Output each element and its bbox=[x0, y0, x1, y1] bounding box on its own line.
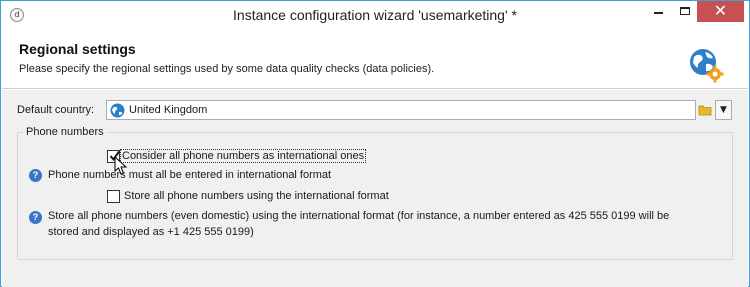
default-country-value: United Kingdom bbox=[129, 104, 208, 116]
store-international-format-checkbox[interactable] bbox=[107, 190, 120, 203]
phone-numbers-group-label: Phone numbers bbox=[23, 126, 107, 138]
wizard-content: Default country: United Kingdom ▼ Phone … bbox=[2, 90, 748, 287]
page-header: Regional settings Please specify the reg… bbox=[2, 30, 748, 89]
default-country-field[interactable]: United Kingdom bbox=[106, 100, 696, 120]
mouse-cursor-icon bbox=[114, 156, 128, 175]
help-text-store-format-line1: Store all phone numbers (even domestic) … bbox=[48, 210, 670, 222]
folder-icon[interactable] bbox=[698, 102, 712, 117]
page-subtitle: Please specify the regional settings use… bbox=[19, 63, 435, 75]
window-title: Instance configuration wizard 'usemarket… bbox=[233, 7, 517, 23]
maximize-icon bbox=[680, 7, 690, 15]
page-title: Regional settings bbox=[19, 41, 136, 57]
globe-gear-icon bbox=[690, 49, 724, 83]
minimize-icon bbox=[654, 12, 663, 14]
wizard-window: d Instance configuration wizard 'usemark… bbox=[0, 0, 750, 287]
maximize-button[interactable] bbox=[672, 1, 698, 22]
default-country-label: Default country: bbox=[17, 104, 95, 116]
globe-icon bbox=[110, 103, 125, 118]
help-icon: ? bbox=[29, 169, 42, 182]
close-button[interactable]: ✕ bbox=[697, 1, 744, 22]
help-text-international-entry: Phone numbers must all be entered in int… bbox=[48, 169, 332, 181]
store-international-format-label[interactable]: Store all phone numbers using the intern… bbox=[124, 190, 389, 202]
help-text-store-format-line2: stored and displayed as +1 425 555 0199) bbox=[48, 226, 254, 238]
minimize-button[interactable] bbox=[645, 1, 671, 22]
country-dropdown-button[interactable]: ▼ bbox=[715, 100, 732, 120]
title-bar[interactable]: d Instance configuration wizard 'usemark… bbox=[1, 1, 749, 30]
international-phone-label[interactable]: Consider all phone numbers as internatio… bbox=[119, 149, 367, 163]
help-icon: ? bbox=[29, 211, 42, 224]
